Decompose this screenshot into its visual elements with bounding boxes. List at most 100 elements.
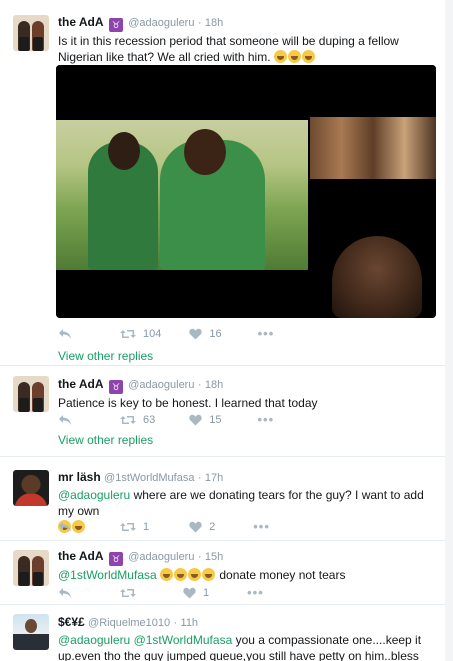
like-button[interactable]: 2 xyxy=(189,521,215,533)
retweet-count: 1 xyxy=(143,520,150,533)
tweet-3[interactable]: mr läsh @1stWorldMufasa · 17h @adaoguler… xyxy=(0,457,445,541)
taurus-badge-icon: ♉ xyxy=(108,552,123,566)
avatar[interactable] xyxy=(13,15,49,51)
reply-icon xyxy=(59,328,71,339)
timestamp[interactable]: 15h xyxy=(205,551,223,563)
tweet-4[interactable]: the AdA ♉ @adaoguleru · 15h @1stWorldMuf… xyxy=(0,541,445,604)
tweet-header: mr läsh @1stWorldMufasa · 17h xyxy=(58,469,433,486)
crying-emoji-icon xyxy=(160,568,174,581)
more-button[interactable]: ••• xyxy=(247,585,264,600)
tweet-2[interactable]: the AdA ♉ @adaoguleru · 18h Patience is … xyxy=(0,366,445,452)
avatar[interactable] xyxy=(13,376,49,412)
separator-dot: · xyxy=(197,17,202,29)
reply-button[interactable] xyxy=(58,587,72,599)
crying-emoji-icon xyxy=(174,568,188,581)
like-count: 1 xyxy=(203,586,210,599)
tweet-header: $€¥£ @Riquelme1010 · 11h xyxy=(58,614,433,631)
tweet-body: donate money not tears xyxy=(219,568,346,582)
view-other-replies-link[interactable]: View other replies xyxy=(58,433,153,447)
reply-icon xyxy=(59,521,71,532)
crying-emoji-icon xyxy=(287,50,301,63)
retweet-button[interactable]: 63 xyxy=(120,414,155,426)
timestamp[interactable]: 18h xyxy=(205,17,223,29)
handle[interactable]: @adaoguleru xyxy=(128,551,194,563)
more-button[interactable]: ••• xyxy=(258,412,275,427)
taurus-badge-icon: ♉ xyxy=(108,18,123,32)
retweet-icon xyxy=(120,415,136,424)
retweet-icon xyxy=(120,588,136,597)
tweet-1[interactable]: the AdA ♉ @adaoguleru · 18h Is it in thi… xyxy=(0,0,445,363)
like-count: 15 xyxy=(209,413,222,426)
tweet-text: Is it in this recession period that some… xyxy=(58,33,433,65)
separator-dot: · xyxy=(197,472,202,484)
media-photo-main[interactable] xyxy=(56,65,308,318)
view-other-replies-link[interactable]: View other replies xyxy=(58,349,153,363)
handle[interactable]: @adaoguleru xyxy=(128,17,194,29)
heart-icon xyxy=(183,587,196,598)
heart-icon xyxy=(189,521,202,532)
tweet-text: @adaoguleru @1stWorldMufasa you a compas… xyxy=(58,632,433,661)
retweet-button[interactable]: 1 xyxy=(120,521,149,533)
timestamp[interactable]: 17h xyxy=(205,472,223,484)
mention-link[interactable]: @adaoguleru xyxy=(58,633,130,647)
display-name[interactable]: the AdA xyxy=(58,549,104,563)
mention-link[interactable]: @1stWorldMufasa xyxy=(134,633,233,647)
tweet-text: @1stWorldMufasa donate money not tears xyxy=(58,567,433,583)
timestamp[interactable]: 18h xyxy=(205,379,223,391)
reply-button[interactable] xyxy=(58,414,72,426)
avatar[interactable] xyxy=(13,470,49,506)
media-grid[interactable] xyxy=(56,65,436,318)
handle[interactable]: @adaoguleru xyxy=(128,379,194,391)
heart-icon xyxy=(189,328,203,339)
avatar[interactable] xyxy=(13,614,49,650)
more-icon: ••• xyxy=(253,519,270,534)
retweet-count: 63 xyxy=(143,413,156,426)
crying-emoji-icon xyxy=(188,568,202,581)
media-photo-bottom-right[interactable] xyxy=(310,192,436,318)
tweet-header: the AdA ♉ @adaoguleru · 15h xyxy=(58,548,433,566)
timestamp[interactable]: 11h xyxy=(181,617,199,629)
retweet-button[interactable]: 104 xyxy=(120,328,161,340)
retweet-count: 104 xyxy=(143,327,162,340)
crying-emoji-icon xyxy=(301,50,315,63)
tweet-5[interactable]: $€¥£ @Riquelme1010 · 11h @adaoguleru @1s… xyxy=(0,605,445,661)
more-button[interactable]: ••• xyxy=(258,326,275,341)
more-icon: ••• xyxy=(247,585,264,600)
heart-icon xyxy=(189,414,202,425)
reply-button[interactable] xyxy=(58,521,72,533)
display-name[interactable]: mr läsh xyxy=(58,470,101,484)
like-button[interactable]: 15 xyxy=(189,413,222,426)
retweet-icon xyxy=(120,329,136,338)
taurus-badge-icon: ♉ xyxy=(108,380,123,394)
reply-icon xyxy=(59,587,71,598)
mention-link[interactable]: @1stWorldMufasa xyxy=(58,568,157,582)
retweet-button[interactable] xyxy=(120,587,143,599)
reply-button[interactable] xyxy=(58,328,72,340)
like-count: 16 xyxy=(209,327,222,340)
tweet-body: Is it in this recession period that some… xyxy=(58,34,399,64)
reply-icon xyxy=(59,414,71,425)
display-name[interactable]: $€¥£ xyxy=(58,615,85,629)
display-name[interactable]: the AdA xyxy=(58,15,104,29)
mention-link[interactable]: @adaoguleru xyxy=(58,488,130,502)
like-button[interactable]: 1 xyxy=(183,587,209,599)
tweet-text: Patience is key to be honest. I learned … xyxy=(58,396,318,410)
more-icon: ••• xyxy=(257,412,275,427)
more-icon: ••• xyxy=(257,326,275,341)
avatar[interactable] xyxy=(13,550,49,586)
right-gutter xyxy=(445,0,453,661)
crying-emoji-icon xyxy=(273,50,287,63)
more-button[interactable]: ••• xyxy=(253,519,270,534)
separator-dot: · xyxy=(197,379,202,391)
display-name[interactable]: the AdA xyxy=(58,377,104,391)
like-count: 2 xyxy=(209,520,216,533)
tweet-header: the AdA ♉ @adaoguleru · 18h xyxy=(58,14,433,32)
like-button[interactable]: 16 xyxy=(189,327,222,340)
handle[interactable]: @Riquelme1010 xyxy=(88,617,170,629)
tweet-header: the AdA ♉ @adaoguleru · 18h xyxy=(58,376,433,394)
media-photo-top-right[interactable] xyxy=(310,65,436,190)
handle[interactable]: @1stWorldMufasa xyxy=(104,472,194,484)
retweet-icon xyxy=(120,522,136,531)
separator-dot: · xyxy=(197,551,202,563)
separator-dot: · xyxy=(173,617,178,629)
